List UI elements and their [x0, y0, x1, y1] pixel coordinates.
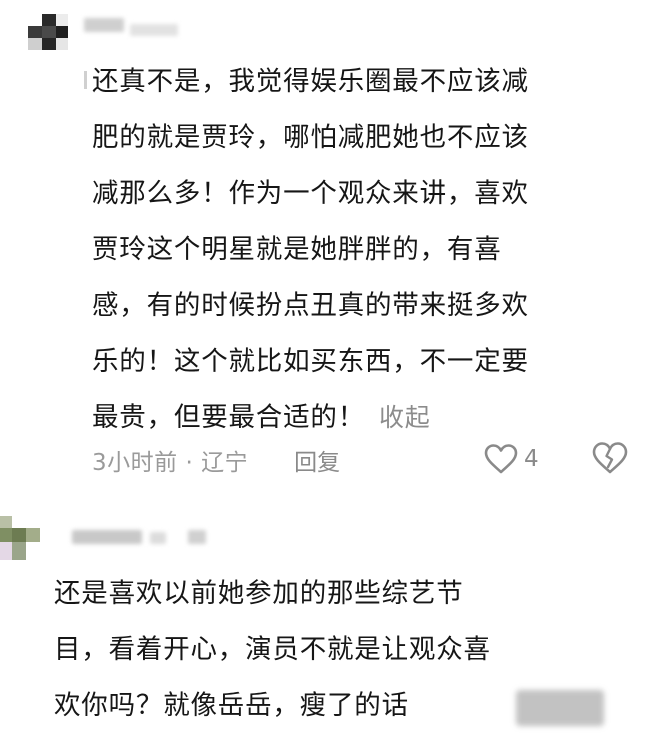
heart-outline-icon	[484, 444, 518, 474]
username[interactable]	[72, 530, 142, 544]
collapse-button[interactable]: 收起	[379, 403, 431, 432]
comment-card: 还真不是，我觉得娱乐圈最不应该减 肥的就是贾玲，哪怕减肥她也不应该 减那么多！作…	[0, 0, 657, 490]
time-location: 3小时前 · 辽宁	[92, 450, 249, 476]
comment-line: 肥的就是贾玲，哪怕减肥她也不应该	[92, 122, 529, 153]
comment-line: 还是喜欢以前她参加的那些综艺节	[54, 578, 464, 609]
avatar[interactable]	[0, 516, 40, 560]
username[interactable]	[84, 18, 124, 32]
comment-line: 还真不是，我觉得娱乐圈最不应该减	[92, 66, 529, 97]
text-cursor	[84, 71, 87, 89]
avatar[interactable]	[28, 14, 68, 50]
comment-line: 感，有的时候扮点丑真的带来挺多欢	[92, 290, 529, 321]
like-button[interactable]: 4	[484, 441, 539, 477]
comment-body: 还真不是，我觉得娱乐圈最不应该减 肥的就是贾玲，哪怕减肥她也不应该 减那么多！作…	[92, 54, 632, 446]
comment-line: 最贵，但要最合适的！	[92, 402, 365, 433]
username-extra	[150, 532, 166, 544]
comment-last-line: 最贵，但要最合适的！ 收起	[92, 390, 632, 446]
dislike-button[interactable]	[592, 441, 628, 477]
like-count: 4	[524, 446, 539, 472]
comment-meta: 3小时前 · 辽宁 回复	[92, 440, 340, 480]
username-extra	[188, 530, 206, 544]
reply-button[interactable]: 回复	[294, 443, 340, 477]
comment-line: 目，看着开心，演员不就是让观众喜	[54, 634, 491, 665]
comment-line: 减那么多！作为一个观众来讲，喜欢	[92, 178, 529, 209]
watermark	[516, 690, 604, 726]
username-extra	[130, 24, 178, 36]
broken-heart-icon	[592, 442, 628, 474]
comment-line: 乐的！这个就比如买东西，不一定要	[92, 346, 529, 377]
comment-line: 贾玲这个明星就是她胖胖的，有喜	[92, 234, 502, 265]
